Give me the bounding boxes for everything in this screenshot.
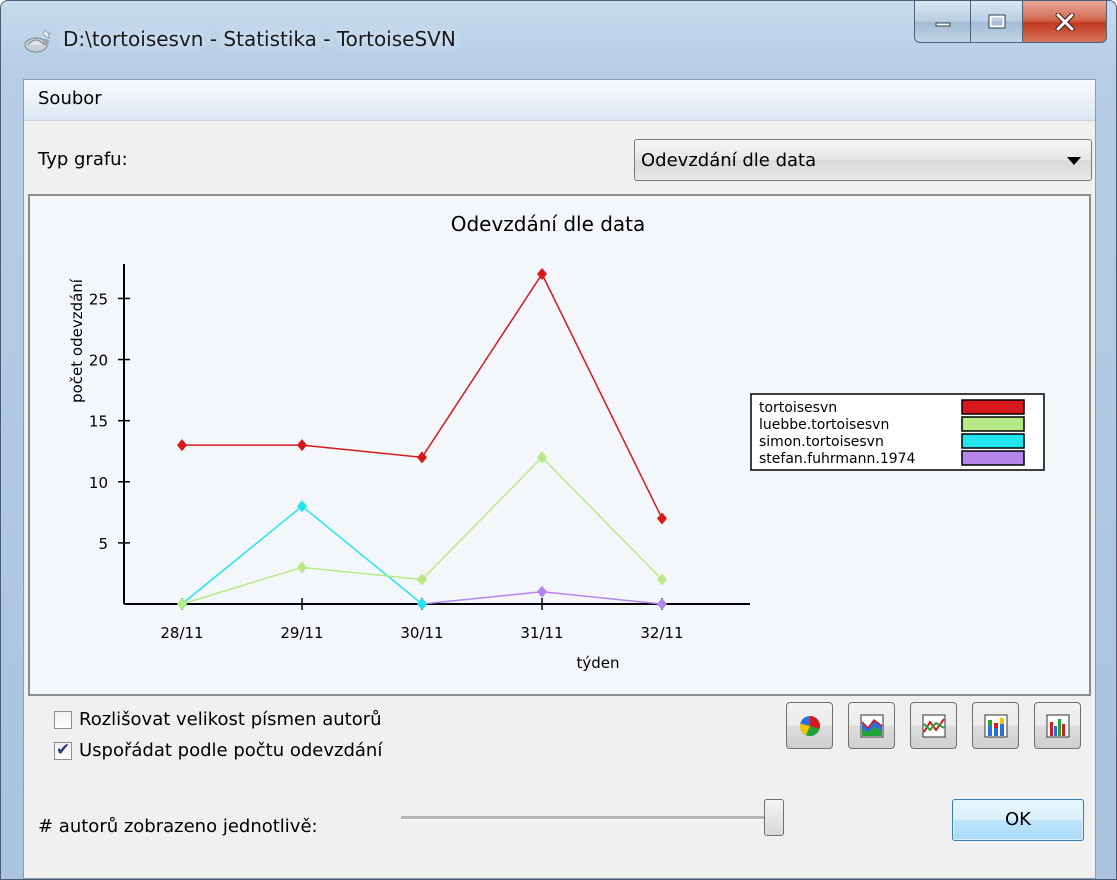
stacked-area-chart-icon [860,714,884,738]
close-button[interactable] [1023,1,1107,43]
chart-axes: 5 10 15 20 25 28/11 29/11 30/11 31/11 32/11 [89,264,750,642]
legend-label: tortoisesvn [759,400,837,416]
x-tick-label: 32/11 [640,624,683,642]
line-chart-icon [922,714,946,738]
data-point [177,598,187,610]
x-tick-label: 29/11 [280,624,323,642]
data-point [537,585,547,598]
y-tick-label: 25 [89,290,108,308]
tortoisesvn-app-icon [24,29,51,53]
commits-by-date-chart: Odevzdání dle data počet odevzdání týden… [68,212,1045,672]
graph-type-select[interactable]: Odevzdání dle data [634,139,1092,181]
data-point [297,500,307,513]
stacked-area-chart-button[interactable] [848,702,895,749]
graph-type-value: Odevzdání dle data [641,150,817,171]
legend-label: luebbe.tortoisesvn [759,417,889,433]
statistics-window: D:\tortoisesvn - Statistika - TortoiseSV… [0,0,1117,880]
legend-label: stefan.fuhrmann.1974 [759,451,916,467]
y-tick-label: 10 [89,474,108,492]
data-point [177,439,187,452]
graph-type-label: Typ grafu: [38,149,128,170]
authors-slider-thumb[interactable] [764,799,784,836]
x-tick-label: 28/11 [160,624,203,642]
authors-slider-label: # autorů zobrazeno jednotlivě: [38,816,318,837]
y-tick-label: 15 [89,413,108,431]
line-chart-button[interactable] [910,702,957,749]
chart-title: Odevzdání dle data [451,212,646,236]
menu-file[interactable]: Soubor [38,88,102,109]
data-point [297,561,307,574]
chart-legend: tortoisesvnluebbe.tortoisesvnsimon.torto… [750,393,1045,471]
y-tick-label: 5 [98,535,108,553]
chart-panel: Odevzdání dle data počet odevzdání týden… [28,194,1091,696]
stacked-bar-chart-button[interactable] [972,702,1019,749]
data-point [657,512,667,525]
dialog-client-area: Soubor Typ grafu: Odevzdání dle data Ode… [23,79,1096,879]
chart-series [177,268,667,610]
legend-swatch [961,399,1025,415]
legend-swatch [961,416,1025,432]
x-tick-label: 31/11 [520,624,563,642]
sort-by-commits-label: Uspořádat podle počtu odevzdání [79,740,383,761]
series-tortoisesvn [177,268,667,525]
bar-chart-button[interactable] [1034,702,1081,749]
y-tick-label: 20 [89,352,108,370]
close-icon [1055,12,1074,31]
case-sensitive-label: Rozlišovat velikost písmen autorů [79,709,382,730]
menu-bar: Soubor [24,80,1095,121]
data-point [417,598,427,610]
data-point [297,439,307,452]
pie-chart-button[interactable] [786,702,833,749]
minimize-button[interactable] [914,1,971,43]
title-bar[interactable]: D:\tortoisesvn - Statistika - TortoiseSV… [1,1,1116,81]
authors-slider-track[interactable] [401,816,784,820]
window-controls [914,1,1107,45]
maximize-icon [988,14,1005,28]
series-line [182,272,663,519]
window-title: D:\tortoisesvn - Statistika - TortoiseSV… [63,27,456,51]
pie-chart-icon [799,716,820,737]
series-line [181,505,423,605]
series-luebbe.tortoisesvn [177,451,667,610]
sort-by-commits-checkbox[interactable] [54,740,72,760]
legend-swatch [961,433,1025,449]
legend-swatch [961,450,1025,466]
ok-button[interactable]: OK [952,799,1084,841]
x-axis-label: týden [576,654,619,672]
legend-label: simon.tortoisesvn [759,434,884,450]
stacked-bar-chart-icon [984,714,1008,738]
y-axis-label: počet odevzdání [68,278,86,403]
case-sensitive-checkbox[interactable] [54,711,72,729]
minimize-icon [935,22,950,26]
x-tick-label: 30/11 [400,624,443,642]
chevron-down-icon [1067,157,1081,165]
maximize-button[interactable] [971,1,1023,43]
data-point [657,598,667,610]
bar-chart-icon [1046,714,1070,738]
